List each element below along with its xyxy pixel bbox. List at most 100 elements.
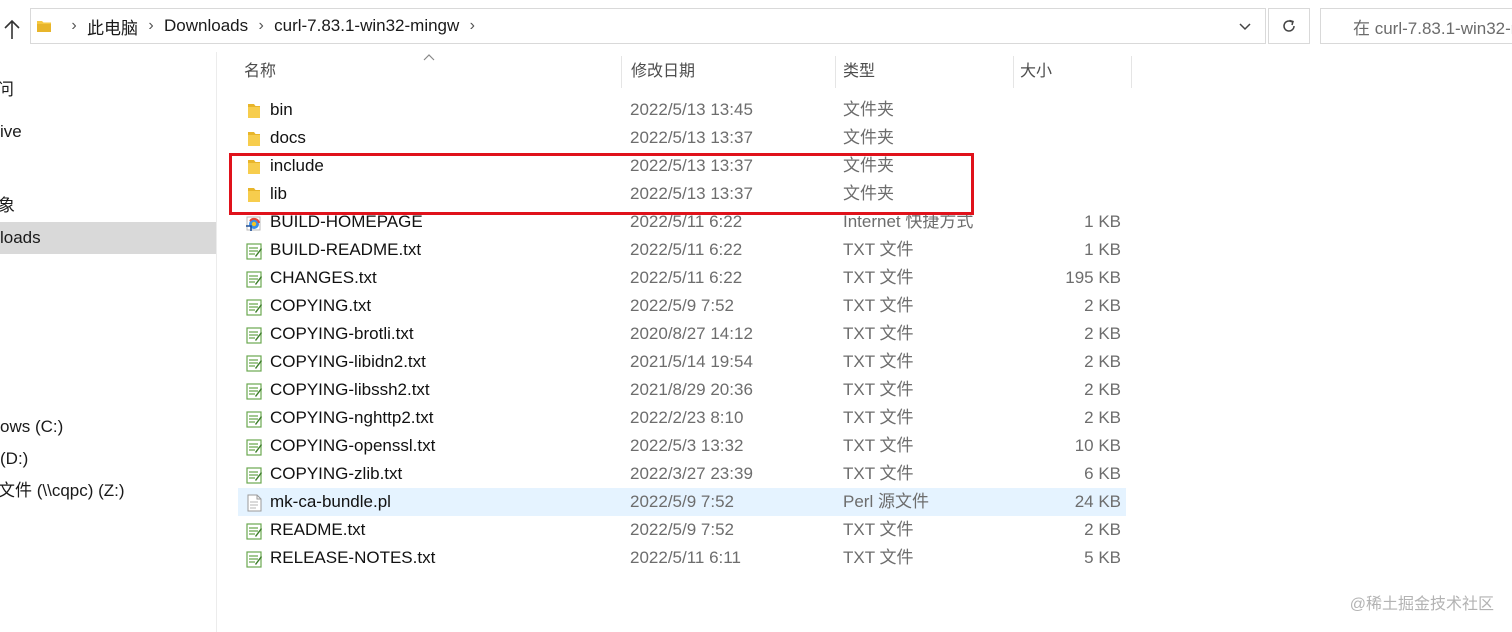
nav-item-onedrive[interactable]: ive <box>0 116 216 148</box>
file-row[interactable]: COPYING-libidn2.txt 2021/5/14 19:54 TXT 文件… <box>238 348 1126 376</box>
column-header-size[interactable]: 大小 <box>1020 52 1052 92</box>
file-row[interactable]: BUILD-HOMEPAGE 2022/5/11 6:22 Internet 快捷方… <box>238 208 1126 236</box>
nav-item-label: loads <box>0 228 41 247</box>
nav-item-drive-d[interactable]: (D:) <box>0 443 216 475</box>
text-file-icon <box>245 353 263 372</box>
file-size: 2 KB <box>1084 324 1121 343</box>
file-type: TXT 文件 <box>843 548 914 567</box>
file-modified-date: 2022/5/13 13:37 <box>630 156 753 175</box>
chevron-down-icon[interactable] <box>1237 18 1253 34</box>
file-size: 2 KB <box>1084 408 1121 427</box>
file-row[interactable]: bin 2022/5/13 13:45 文件夹 <box>238 96 1126 124</box>
nav-item-label: ows (C:) <box>0 417 64 436</box>
refresh-button[interactable] <box>1268 8 1310 44</box>
file-type: 文件夹 <box>843 184 894 203</box>
nav-item-downloads[interactable]: loads <box>0 222 216 254</box>
file-list: 名称 修改日期 类型 大小 bin 2022/5/13 13:45 文件夹 docs 2… <box>217 52 1512 632</box>
file-type: 文件夹 <box>843 156 894 175</box>
file-type: TXT 文件 <box>843 436 914 455</box>
file-name: COPYING-libidn2.txt <box>270 352 426 371</box>
text-file-icon <box>245 297 263 316</box>
chevron-right-icon[interactable]: › <box>248 17 274 35</box>
file-row[interactable]: COPYING-openssl.txt 2022/5/3 13:32 TXT 文件 1… <box>238 432 1126 460</box>
search-placeholder: 在 curl-7.83.1-win32-mingw 中搜索 <box>1353 18 1512 38</box>
file-modified-date: 2021/5/14 19:54 <box>630 352 753 371</box>
file-row[interactable]: lib 2022/5/13 13:37 文件夹 <box>238 180 1126 208</box>
folder-icon <box>37 21 51 32</box>
file-modified-date: 2022/3/27 23:39 <box>630 464 753 483</box>
column-divider[interactable] <box>1131 56 1132 88</box>
address-toolbar: › 此电脑 › Downloads › curl-7.83.1-win32-mi… <box>0 0 1512 52</box>
file-row[interactable]: COPYING-libssh2.txt 2021/8/29 20:36 TXT 文件… <box>238 376 1126 404</box>
file-size: 2 KB <box>1084 296 1121 315</box>
file-row[interactable]: RELEASE-NOTES.txt 2022/5/11 6:11 TXT 文件 5 K… <box>238 544 1126 572</box>
column-header-name[interactable]: 名称 <box>244 52 276 92</box>
nav-item-label: 象 <box>0 196 15 215</box>
file-size: 2 KB <box>1084 380 1121 399</box>
file-modified-date: 2022/5/11 6:22 <box>630 268 743 287</box>
file-row[interactable]: COPYING-zlib.txt 2022/3/27 23:39 TXT 文件 6 K… <box>238 460 1126 488</box>
column-header-modified[interactable]: 修改日期 <box>631 52 695 92</box>
address-bar[interactable]: › 此电脑 › Downloads › curl-7.83.1-win32-mi… <box>30 8 1266 44</box>
text-file-icon <box>245 381 263 400</box>
file-type: TXT 文件 <box>843 268 914 287</box>
nav-item-label: (D:) <box>0 449 29 468</box>
file-modified-date: 2022/5/11 6:22 <box>630 212 743 231</box>
folder-icon <box>245 101 263 119</box>
file-modified-date: 2022/5/9 7:52 <box>630 296 734 315</box>
file-type: TXT 文件 <box>843 380 914 399</box>
file-size: 24 KB <box>1074 492 1121 511</box>
text-file-icon <box>245 409 263 428</box>
file-row[interactable]: COPYING.txt 2022/5/9 7:52 TXT 文件 2 KB <box>238 292 1126 320</box>
file-type: TXT 文件 <box>843 464 914 483</box>
chevron-right-icon[interactable]: › <box>138 17 164 35</box>
nav-item-drive-c[interactable]: ows (C:) <box>0 411 216 443</box>
chevron-right-icon[interactable]: › <box>459 17 485 35</box>
file-name: bin <box>270 100 293 119</box>
breadcrumb-downloads[interactable]: Downloads <box>164 16 248 36</box>
file-row[interactable]: README.txt 2022/5/9 7:52 TXT 文件 2 KB <box>238 516 1126 544</box>
file-row[interactable]: docs 2022/5/13 13:37 文件夹 <box>238 124 1126 152</box>
nav-item-quick-access[interactable]: 问 <box>0 74 216 106</box>
breadcrumb-current-folder[interactable]: curl-7.83.1-win32-mingw <box>274 16 459 36</box>
column-divider[interactable] <box>1013 56 1014 88</box>
file-name: include <box>270 156 324 175</box>
file-modified-date: 2022/2/23 8:10 <box>630 408 744 427</box>
navigation-pane: 问 ive 象 loads ows (C:) (D:) 文件 (\\cqpc) … <box>0 52 216 632</box>
file-size: 2 KB <box>1084 520 1121 539</box>
file-name: CHANGES.txt <box>270 268 377 287</box>
nav-item-network-drive-z[interactable]: 文件 (\\cqpc) (Z:) <box>0 475 216 507</box>
nav-item-label: 问 <box>0 80 14 99</box>
text-file-icon <box>245 521 263 540</box>
up-button[interactable] <box>0 12 24 44</box>
file-name: BUILD-HOMEPAGE <box>270 212 423 231</box>
file-row[interactable]: include 2022/5/13 13:37 文件夹 <box>238 152 1126 180</box>
file-name: BUILD-README.txt <box>270 240 422 259</box>
search-box[interactable]: 在 curl-7.83.1-win32-mingw 中搜索 <box>1320 8 1512 44</box>
column-header-type[interactable]: 类型 <box>843 52 875 92</box>
file-modified-date: 2022/5/13 13:37 <box>630 128 753 147</box>
chevron-right-icon[interactable]: › <box>61 17 87 35</box>
file-name: COPYING-libssh2.txt <box>270 380 430 399</box>
breadcrumb-this-pc[interactable]: 此电脑 <box>87 14 138 39</box>
file-modified-date: 2022/5/11 6:22 <box>630 240 743 259</box>
nav-item-3d-objects[interactable]: 象 <box>0 190 216 222</box>
file-row[interactable]: COPYING-nghttp2.txt 2022/2/23 8:10 TXT 文件 2… <box>238 404 1126 432</box>
file-size: 195 KB <box>1065 268 1121 287</box>
column-divider[interactable] <box>621 56 622 88</box>
file-row[interactable]: CHANGES.txt 2022/5/11 6:22 TXT 文件 195 KB <box>238 264 1126 292</box>
internet-shortcut-icon <box>245 213 263 231</box>
column-divider[interactable] <box>835 56 836 88</box>
column-header-row: 名称 修改日期 类型 大小 <box>217 52 1132 92</box>
file-type: 文件夹 <box>843 100 894 119</box>
file-row[interactable]: mk-ca-bundle.pl 2022/5/9 7:52 Perl 源文件 24 K… <box>238 488 1126 516</box>
file-size: 6 KB <box>1084 464 1121 483</box>
file-name: README.txt <box>270 520 366 539</box>
text-file-icon <box>245 269 263 288</box>
file-row[interactable]: BUILD-README.txt 2022/5/11 6:22 TXT 文件 1 KB <box>238 236 1126 264</box>
file-modified-date: 2022/5/13 13:45 <box>630 100 753 119</box>
file-type: Perl 源文件 <box>843 492 929 511</box>
nav-item-label: 文件 (\\cqpc) (Z:) <box>0 481 125 500</box>
folder-icon <box>245 129 263 147</box>
file-row[interactable]: COPYING-brotli.txt 2020/8/27 14:12 TXT 文件 2… <box>238 320 1126 348</box>
